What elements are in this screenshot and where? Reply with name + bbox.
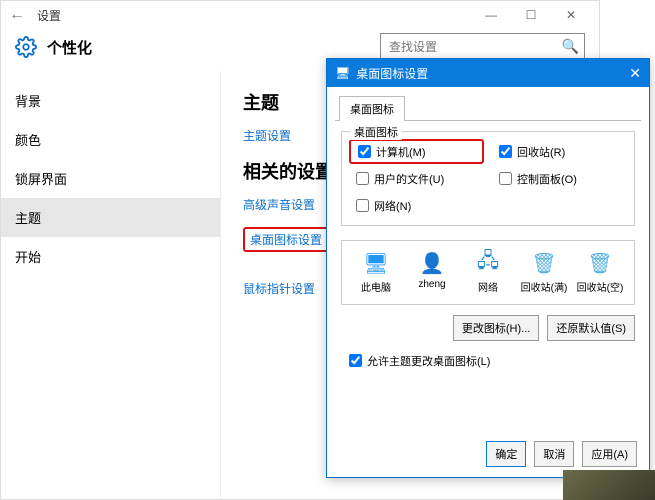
- allow-theme-check[interactable]: 允许主题更改桌面图标(L): [345, 351, 631, 370]
- sidebar-item-lockscreen[interactable]: 锁屏界面: [1, 159, 220, 198]
- page-title: 个性化: [47, 37, 92, 58]
- checks-grid: 计算机(M) 回收站(R) 用户的文件(U) 控制面板(O) 网络(N): [352, 142, 624, 215]
- icon-recycle-full[interactable]: 🗑 回收站(满): [517, 251, 571, 294]
- dialog-footer: 确定 取消 应用(A): [486, 441, 637, 467]
- label-computer: 计算机(M): [376, 144, 426, 160]
- icon-checkbox-group: 桌面图标 计算机(M) 回收站(R) 用户的文件(U) 控制面板(O) 网络(N…: [341, 131, 635, 226]
- icon-this-pc[interactable]: 🖥 此电脑: [349, 251, 403, 294]
- check-recycle[interactable]: 回收站(R): [495, 142, 624, 161]
- settings-titlebar: ← 设置 — ☐ ✕: [1, 1, 599, 29]
- checkbox-allow-theme[interactable]: [349, 354, 362, 367]
- cancel-button[interactable]: 取消: [534, 441, 574, 467]
- recycle-full-icon: 🗑: [530, 251, 558, 275]
- icon-user[interactable]: 👤 zheng: [405, 251, 459, 294]
- search-icon[interactable]: 🔍: [562, 38, 579, 55]
- check-network[interactable]: 网络(N): [352, 196, 481, 215]
- dialog-close-button[interactable]: ✕: [629, 65, 641, 82]
- icon-network[interactable]: 🖧 网络: [461, 251, 515, 294]
- taskbar-thumbnail: [563, 470, 655, 500]
- minimize-button[interactable]: —: [471, 1, 511, 29]
- maximize-button[interactable]: ☐: [511, 1, 551, 29]
- window-title: 设置: [37, 7, 61, 24]
- sidebar-item-background[interactable]: 背景: [1, 81, 220, 120]
- label-control-panel: 控制面板(O): [517, 171, 577, 187]
- sidebar: 背景 颜色 锁屏界面 主题 开始: [1, 71, 221, 499]
- gear-icon: [15, 36, 37, 58]
- icon-label: 网络: [478, 279, 498, 294]
- group-label: 桌面图标: [350, 124, 402, 140]
- icon-preview-box: 🖥 此电脑 👤 zheng 🖧 网络 🗑 回收站(满) 🗑 回收站(空): [341, 240, 635, 305]
- checkbox-network[interactable]: [356, 199, 369, 212]
- icon-button-row: 更改图标(H)... 还原默认值(S): [341, 315, 635, 341]
- checkbox-recycle[interactable]: [499, 145, 512, 158]
- sidebar-item-colors[interactable]: 颜色: [1, 120, 220, 159]
- user-icon: 👤: [418, 251, 446, 275]
- icon-label: zheng: [418, 279, 445, 290]
- link-desktop-icon-settings[interactable]: 桌面图标设置: [243, 227, 329, 252]
- recycle-empty-icon: 🗑: [586, 251, 614, 275]
- dialog-title: 桌面图标设置: [356, 65, 428, 82]
- label-user-files: 用户的文件(U): [374, 171, 444, 187]
- restore-default-button[interactable]: 还原默认值(S): [547, 315, 635, 341]
- change-icon-button[interactable]: 更改图标(H)...: [453, 315, 539, 341]
- ok-button[interactable]: 确定: [486, 441, 526, 467]
- check-user-files[interactable]: 用户的文件(U): [352, 169, 481, 188]
- checkbox-computer[interactable]: [358, 145, 371, 158]
- window-controls: — ☐ ✕: [471, 1, 591, 29]
- icon-label: 此电脑: [361, 279, 391, 294]
- checkbox-user-files[interactable]: [356, 172, 369, 185]
- tab-desktop-icons[interactable]: 桌面图标: [339, 96, 405, 121]
- dialog-titlebar: 🖥 桌面图标设置 ✕: [327, 59, 649, 87]
- search-input[interactable]: [380, 33, 585, 61]
- checkbox-control-panel[interactable]: [499, 172, 512, 185]
- label-allow-theme: 允许主题更改桌面图标(L): [367, 353, 490, 369]
- close-button[interactable]: ✕: [551, 1, 591, 29]
- icon-recycle-empty[interactable]: 🗑 回收站(空): [573, 251, 627, 294]
- label-network: 网络(N): [374, 198, 411, 214]
- network-icon: 🖧: [474, 251, 502, 275]
- icon-label: 回收站(空): [577, 279, 624, 294]
- monitor-icon: 🖥: [362, 251, 390, 275]
- check-control-panel[interactable]: 控制面板(O): [495, 169, 624, 188]
- search-wrap: 🔍: [380, 33, 585, 61]
- desktop-icon-dialog: 🖥 桌面图标设置 ✕ 桌面图标 桌面图标 计算机(M) 回收站(R) 用户的文件…: [326, 58, 650, 478]
- sidebar-item-start[interactable]: 开始: [1, 237, 220, 276]
- check-computer[interactable]: 计算机(M): [349, 139, 484, 164]
- dialog-tabs: 桌面图标: [335, 93, 641, 121]
- dialog-icon: 🖥: [335, 66, 350, 80]
- icon-label: 回收站(满): [521, 279, 568, 294]
- sidebar-item-themes[interactable]: 主题: [1, 198, 220, 237]
- apply-button[interactable]: 应用(A): [582, 441, 637, 467]
- icon-grid: 🖥 此电脑 👤 zheng 🖧 网络 🗑 回收站(满) 🗑 回收站(空): [348, 251, 628, 294]
- label-recycle: 回收站(R): [517, 144, 565, 160]
- back-arrow-icon[interactable]: ←: [9, 6, 25, 24]
